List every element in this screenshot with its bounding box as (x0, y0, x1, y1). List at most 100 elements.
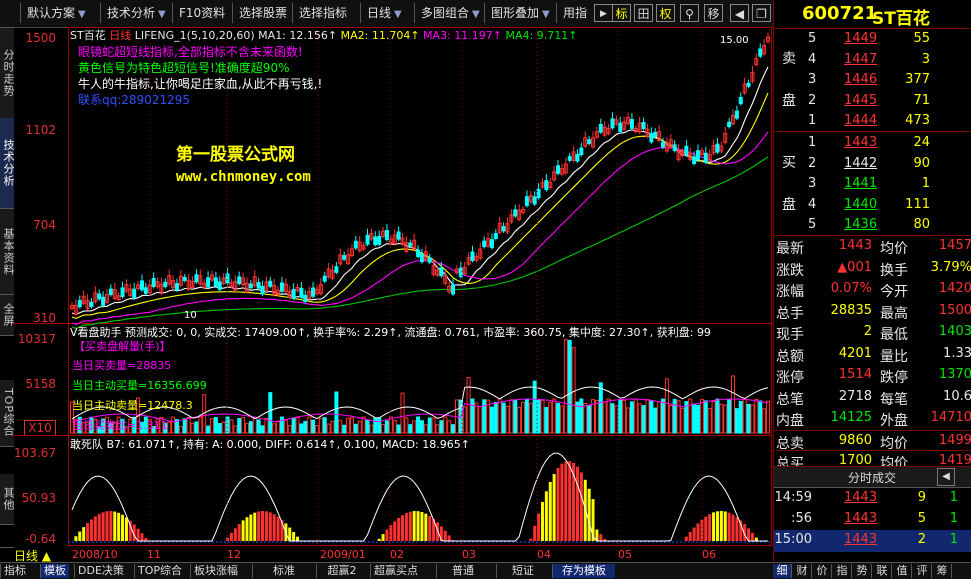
stat-value: 9860 (838, 433, 872, 448)
sell-level-row[interactable]: 5 1449 55 (774, 29, 971, 51)
toolbar-tech-analysis[interactable]: 技术分析 ▼ (100, 3, 168, 23)
grid-icon[interactable]: 田 (634, 4, 653, 22)
date-label: 05 (618, 548, 632, 561)
restore-icon[interactable]: ❐ (752, 4, 771, 22)
stat-key: 最新 (776, 241, 804, 257)
stat-value: 1457 (938, 238, 971, 253)
tab-dde[interactable]: DDE决策 (74, 564, 127, 578)
stat-value: 2 (863, 324, 872, 339)
tab-top-composite[interactable]: TOP综合 (134, 564, 185, 578)
stat-row: 涨幅 0.07% 今开 1420 (774, 279, 971, 301)
toolbar-f10[interactable]: F10资料 (172, 3, 230, 23)
vol-line-1: 当日买卖量=28835 (72, 359, 172, 372)
date-label: 06 (702, 548, 716, 561)
stat-row: 最新 1443 均价 1457 (774, 236, 971, 258)
stock-name: ST百花 (872, 9, 930, 29)
magnifier-icon[interactable]: ⚲ (680, 4, 699, 22)
quote-tab[interactable]: 势 (853, 564, 872, 578)
note-1: 眼镜蛇超短线指标,全部指标不含未来函数! (78, 45, 303, 59)
buy-price: 1442 (844, 155, 878, 171)
sell-price: 1449 (844, 31, 878, 46)
tab-standard[interactable]: 标准 (252, 564, 315, 578)
level-num: 4 (808, 196, 817, 212)
tick-price: 1443 (844, 532, 878, 547)
buy-level-row[interactable]: 4 1440 111 (774, 195, 971, 217)
sell-level-row[interactable]: 1 1444 473 (774, 111, 971, 133)
tab-normal[interactable]: 普通 (436, 564, 489, 578)
macd-chart-header: 敢死队 B7: 61.071↑, 持有: A: 0.000, DIFF: 0.6… (70, 438, 470, 451)
buy-book: 买 盘 1 1443 24 2 1442 90 3 1441 1 4 1440 … (774, 132, 971, 236)
buy-volume: 1 (921, 176, 930, 191)
stat-value: 1514 (838, 367, 872, 382)
quote-tab[interactable]: 价 (813, 564, 832, 578)
buy-level-row[interactable]: 3 1441 1 (774, 174, 971, 196)
quote-tab[interactable]: 值 (893, 564, 912, 578)
back-icon[interactable]: ◀ (730, 4, 749, 22)
tab-short[interactable]: 短证 (496, 564, 549, 578)
bottom-tabbar: 指标 模板 DDE决策 TOP综合 板块涨幅 标准 超赢2 超赢买点 普通 短证… (0, 562, 773, 579)
stat-value: 4201 (838, 345, 872, 361)
ticks-expand-icon[interactable]: ◀ (937, 468, 955, 486)
quote-tab[interactable]: 细 (773, 564, 792, 578)
tick-row[interactable]: 15:00 1443 2 1 (774, 530, 971, 552)
stock-title: 600721 ST百花 (774, 0, 971, 29)
toolbar-select-stock[interactable]: 选择股票 (232, 3, 292, 23)
quote-tab[interactable]: 评 (913, 564, 932, 578)
stat-row: 总笔 2718 每笔 10.6 (774, 387, 971, 409)
stat-key: 每笔 (880, 391, 908, 408)
quote-tab[interactable]: 联 (873, 564, 892, 578)
level-num: 4 (808, 51, 817, 67)
tick-price: 1443 (844, 490, 878, 505)
tab-indicator[interactable]: 指标 (0, 564, 29, 578)
stat-value: 2718 (838, 388, 872, 404)
toolbar-period[interactable]: 日线 ▼ (360, 3, 412, 23)
quote-tab[interactable]: 财 (793, 564, 812, 578)
watermark-url: www.chnmoney.com (176, 169, 311, 185)
sell-price: 1447 (844, 51, 878, 67)
stats: 最新 1443 均价 1457 涨跌 ▲001 换手 3.79% 涨幅 0.07… (774, 236, 971, 472)
stat-value: 28835 (830, 302, 872, 318)
note-3: 牛人的牛指标,让你喝足庄家血,从此不再亏钱,! (78, 77, 323, 91)
sell-level-row[interactable]: 2 1445 71 (774, 91, 971, 113)
buy-price: 1440 (844, 196, 878, 212)
toolbar-rights-button[interactable]: 权 (656, 4, 675, 22)
stat-value: 1370 (938, 367, 971, 382)
play-icon[interactable]: ▶ (594, 4, 613, 22)
tab-sector-gain[interactable]: 板块涨幅 (190, 564, 241, 578)
vol-line-2: 当日主动买量=16356.699 (72, 379, 207, 392)
quote-tab[interactable]: 筹 (933, 564, 952, 578)
tick-count: 1 (949, 511, 958, 526)
chart-overlay: ST百花 日线 LIFENG_1(5,10,20,60) MA1: 12.156… (14, 27, 773, 547)
toolbar-move-button[interactable]: 移 (704, 4, 723, 22)
tab-super-buy[interactable]: 超赢买点 (370, 564, 421, 578)
buy-volume: 80 (913, 217, 930, 232)
tab-template[interactable]: 模板 (40, 564, 69, 578)
main-chart-header: ST百花 日线 LIFENG_1(5,10,20,60) MA1: 12.156… (70, 29, 578, 42)
toolbar-mark-button[interactable]: 标 (612, 4, 631, 22)
toolbar-select-indicator[interactable]: 选择指标 (292, 3, 352, 23)
buy-volume: 111 (905, 196, 930, 212)
buy-level-row[interactable]: 2 1442 90 (774, 154, 971, 176)
buy-level-row[interactable]: 1 1443 24 (774, 133, 971, 155)
tab-super-win-2[interactable]: 超赢2 (316, 564, 367, 578)
toolbar-multi-chart[interactable]: 多图组合 ▼ (414, 3, 484, 23)
stat-row: 现手 2 最低 1403 (774, 322, 971, 344)
sell-level-row[interactable]: 3 1446 377 (774, 70, 971, 92)
quote-tab[interactable]: 指 (833, 564, 852, 578)
buy-volume: 90 (913, 155, 930, 171)
tab-save-template[interactable]: 存为模板 (552, 564, 615, 578)
stat-key: 均价 (880, 241, 908, 257)
date-label: 2009/01 (320, 548, 366, 561)
toolbar-overlay[interactable]: 图形叠加 ▼ (484, 3, 556, 23)
toolbar-use-indicator[interactable]: 用指 (556, 3, 592, 23)
stat-value: 1443 (838, 238, 872, 253)
sell-level-row[interactable]: 4 1447 3 (774, 50, 971, 72)
stock-code: 600721 (802, 3, 878, 24)
vol-line-4: 当日买卖比=1.311 (72, 419, 168, 432)
toolbar-scheme[interactable]: 默认方案 ▼ (20, 3, 98, 23)
stat-key: 涨幅 (776, 284, 804, 300)
tick-count: 1 (949, 532, 958, 547)
buy-level-row[interactable]: 5 1436 80 (774, 215, 971, 237)
tick-row[interactable]: 14:59 1443 9 1 (774, 488, 971, 510)
tick-row[interactable]: :56 1443 5 1 (774, 509, 971, 531)
